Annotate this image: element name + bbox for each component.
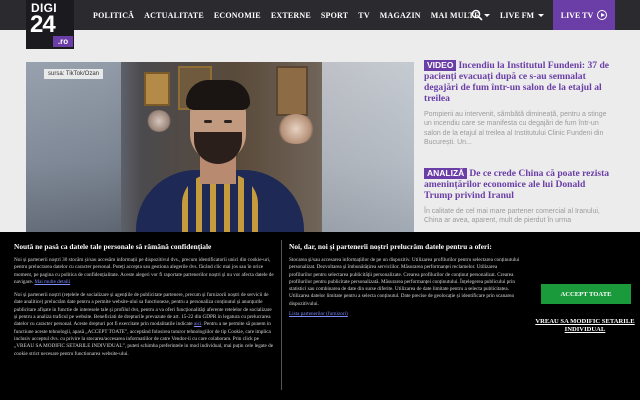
live-tv-button[interactable]: LIVE TV [553, 0, 615, 30]
lead-article-image[interactable]: sursa: TikTok/Ozan [26, 62, 414, 232]
nav-item-economie[interactable]: ECONOMIE [214, 11, 261, 20]
site-logo[interactable]: DIGI 24 .ro [26, 0, 74, 49]
search-icon[interactable] [471, 9, 483, 21]
logo-domain: .ro [53, 36, 73, 47]
consent-purposes-column: Noi, dar, noi și partenerii noștri prelu… [289, 242, 521, 318]
nav-item-magazin[interactable]: MAGAZIN [380, 11, 421, 20]
purposes-text: Stocarea și/sau accesarea informațiilor … [289, 257, 520, 307]
live-tv-label: LIVE TV [560, 10, 594, 20]
flower-vase [276, 114, 316, 144]
modify-settings-link[interactable]: VREAU SA MODIFIC SETARILE INDIVIDUAL [533, 318, 637, 334]
icon-frame [144, 72, 170, 106]
article-summary: Pompierii au intervenit, sâmbătă diminea… [424, 111, 607, 147]
more-details-link[interactable]: Mai multe detalii [34, 279, 70, 285]
chevron-down-icon [538, 13, 544, 17]
purposes-title: Noi, dar, noi și partenerii noștri prelu… [289, 242, 492, 251]
live-fm-label: LIVE FM [500, 10, 534, 20]
consent-paragraph: Noi și partenerii noștri 30 stocăm și/sa… [14, 257, 276, 286]
live-fm-button[interactable]: LIVE FM [500, 0, 544, 30]
nav-item-actualitate[interactable]: ACTUALITATE [144, 11, 204, 20]
cookie-consent-banner: Noută ne pasă ca datele tale personale s… [0, 232, 640, 400]
article-tag: VIDEO [424, 60, 457, 71]
article-card[interactable]: VIDEO Incendiu la Institutul Fundeni: 37 … [424, 60, 616, 148]
play-icon [597, 10, 608, 20]
consent-paragraph: Noi și partenerii noștri (rețelele de so… [14, 292, 276, 358]
nav-item-tv[interactable]: TV [358, 11, 370, 20]
nav-item-sport[interactable]: SPORT [321, 11, 348, 20]
article-summary: În calitate de cel mai mare partener com… [424, 208, 600, 225]
divider [281, 240, 282, 390]
article-title[interactable]: VIDEO Incendiu la Institutul Fundeni: 37 … [424, 60, 616, 104]
consent-left-column: Noută ne pasă ca datele tale personale s… [14, 242, 276, 358]
article-card[interactable]: ANALIZĂ De ce crede China că poate rezist… [424, 168, 616, 226]
article-tag: ANALIZĂ [424, 168, 468, 179]
accept-all-button[interactable]: ACCEPT TOATE [541, 284, 631, 304]
nav-item-politica[interactable]: POLITICĂ [93, 11, 134, 20]
consent-title: Noută ne pasă ca datele tale personale s… [14, 242, 212, 251]
article-title[interactable]: ANALIZĂ De ce crede China că poate rezist… [424, 168, 616, 201]
top-navigation-bar: DIGI 24 .ro POLITICĂ ACTUALITATE ECONOMI… [0, 0, 640, 49]
chevron-down-icon [483, 13, 490, 17]
icon-frame [276, 66, 308, 116]
image-credit: sursa: TikTok/Ozan [44, 69, 104, 79]
main-nav: POLITICĂ ACTUALITATE ECONOMIE EXTERNE SP… [93, 0, 490, 30]
nav-item-externe[interactable]: EXTERNE [271, 11, 311, 20]
flower-vase [146, 110, 172, 132]
partners-list-link[interactable]: Lista partenerilor (furnizori) [289, 311, 348, 317]
logo-text-24: 24 [30, 11, 56, 38]
